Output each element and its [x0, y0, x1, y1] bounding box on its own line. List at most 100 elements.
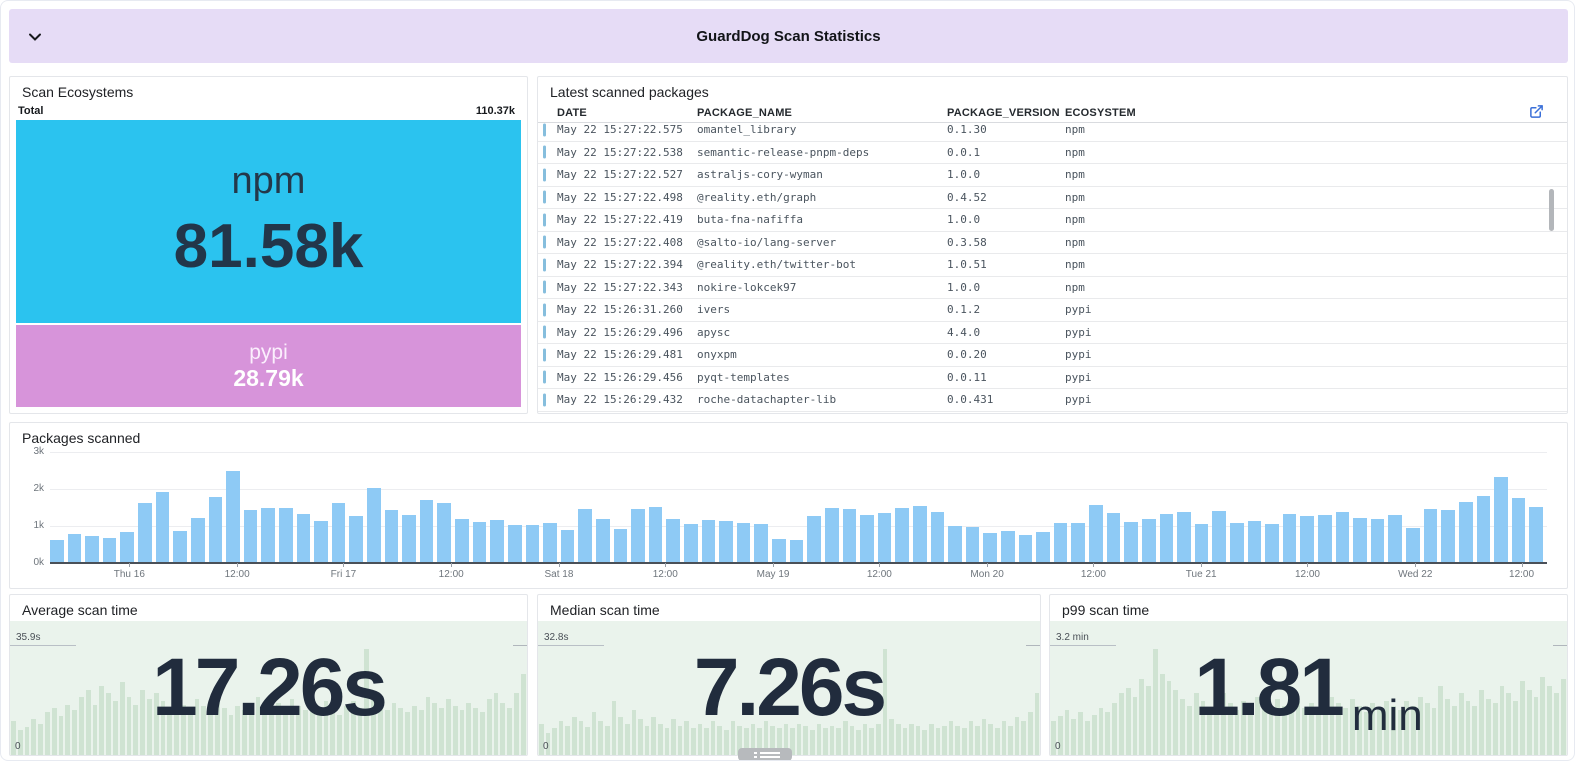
- chart-bar: [772, 539, 786, 562]
- ymax-label: 3.2 min: [1056, 632, 1089, 643]
- chart-bar: [1494, 477, 1508, 562]
- column-header-package-name[interactable]: PACKAGE_NAME: [678, 107, 928, 119]
- chart-bar: [120, 532, 134, 562]
- cell-package-version: 0.0.20: [928, 348, 1046, 361]
- row-accent: [543, 303, 546, 316]
- x-tick-label: Thu 16: [114, 569, 145, 580]
- cell-ecosystem: npm: [1046, 146, 1567, 159]
- cell-date: May 22 15:27:22.419: [538, 213, 678, 226]
- table-scrollbar-thumb[interactable]: [1549, 189, 1554, 231]
- treemap: npm 81.58k pypi 28.79k: [16, 120, 521, 407]
- chart-bar: [297, 514, 311, 562]
- chart-bar: [1212, 511, 1226, 562]
- chart-bar: [543, 523, 557, 562]
- legend-total-value: 110.37k: [476, 105, 515, 117]
- cell-ecosystem: npm: [1046, 123, 1567, 136]
- cell-package-name: omantel_library: [678, 123, 928, 136]
- row-accent: [543, 146, 546, 159]
- row-accent: [543, 326, 546, 339]
- column-header-ecosystem[interactable]: ECOSYSTEM: [1046, 107, 1567, 119]
- cell-package-name: @reality.eth/twitter-bot: [678, 258, 928, 271]
- chart-bar: [261, 508, 275, 562]
- x-tick-mark: [987, 563, 988, 567]
- chart-bar: [68, 534, 82, 562]
- stat-unit: min: [1352, 691, 1423, 741]
- cell-package-version: 0.3.58: [928, 236, 1046, 249]
- row-accent: [543, 281, 546, 294]
- chart-bar: [402, 515, 416, 562]
- row-accent: [543, 236, 546, 249]
- chart-bar: [138, 503, 152, 562]
- table-row: May 22 15:27:22.343nokire-lokcek971.0.0n…: [538, 277, 1567, 300]
- chart-bar: [1001, 531, 1015, 562]
- panel-scan-ecosystems: Scan Ecosystems Total 110.37k npm 81.58k…: [9, 76, 528, 414]
- x-tick-mark: [1201, 563, 1202, 567]
- chart-bar: [948, 526, 962, 562]
- chart-bar: [614, 529, 628, 562]
- cell-ecosystem: npm: [1046, 258, 1567, 271]
- cell-date: May 22 15:26:29.496: [538, 326, 678, 339]
- table-row: May 22 15:26:29.432roche-datachapter-lib…: [538, 389, 1567, 412]
- chart-bar: [437, 503, 451, 562]
- y-tick-label: 1k: [10, 520, 44, 531]
- cell-package-name: @salto-io/lang-server: [678, 236, 928, 249]
- page-title: GuardDog Scan Statistics: [9, 28, 1568, 45]
- x-tick-label: 12:00: [653, 569, 678, 580]
- x-tick-label: 12:00: [439, 569, 464, 580]
- external-link-icon[interactable]: [1529, 104, 1545, 120]
- panel-packages-scanned: Packages scanned 3k2k1k0k Thu 1612:00Fri…: [9, 422, 1568, 589]
- cell-package-name: nokire-lokcek97: [678, 281, 928, 294]
- x-tick-mark: [559, 563, 560, 567]
- column-header-package-version[interactable]: PACKAGE_VERSION: [928, 107, 1046, 119]
- cell-ecosystem: npm: [1046, 281, 1567, 294]
- cell-package-name: @reality.eth/graph: [678, 191, 928, 204]
- table-header: DATE PACKAGE_NAME PACKAGE_VERSION ECOSYS…: [538, 103, 1567, 123]
- chevron-down-icon[interactable]: [27, 29, 47, 45]
- x-tick-label: Wed 22: [1398, 569, 1432, 580]
- cell-package-version: 0.0.1: [928, 146, 1046, 159]
- chart-bar: [1230, 523, 1244, 562]
- chart-bar: [1388, 515, 1402, 562]
- row-accent: [543, 348, 546, 361]
- x-tick-mark: [1415, 563, 1416, 567]
- chart-bar: [1177, 512, 1191, 562]
- chart-bar: [1336, 512, 1350, 562]
- table-row: May 22 15:26:29.481onyxpm0.0.20pypi: [538, 344, 1567, 367]
- chart-bar: [1071, 523, 1085, 562]
- chart-bar: [860, 515, 874, 562]
- panel-latest-scanned-packages: Latest scanned packages DATE PACKAGE_NAM…: [537, 76, 1568, 414]
- chart-bar: [1283, 514, 1297, 562]
- ymax-label: 32.8s: [544, 632, 568, 643]
- row-accent: [543, 371, 546, 384]
- column-header-date[interactable]: DATE: [538, 107, 678, 119]
- y-tick-label: 0k: [10, 557, 44, 568]
- chart-bar: [1318, 515, 1332, 562]
- row-accent: [543, 168, 546, 181]
- stat-value: 7.26s: [538, 621, 1040, 755]
- ymax-dash: [1553, 645, 1567, 646]
- stat-number: 7.26s: [694, 647, 884, 729]
- chart-bar: [332, 503, 346, 562]
- chart-bar: [825, 508, 839, 562]
- chart-bar: [209, 497, 223, 562]
- cell-date: May 22 15:27:22.527: [538, 168, 678, 181]
- chart-bar: [1300, 516, 1314, 562]
- scroll-handle[interactable]: [738, 748, 792, 761]
- chart-bar: [173, 531, 187, 562]
- stat-value: 1.81 min: [1050, 621, 1567, 755]
- cell-ecosystem: npm: [1046, 213, 1567, 226]
- chart-bar: [1265, 524, 1279, 562]
- chart-bar: [719, 521, 733, 562]
- ymax-gridline: [538, 645, 604, 646]
- x-tick-label: 12:00: [1081, 569, 1106, 580]
- chart-bar: [1459, 502, 1473, 562]
- stat-number: 1.81: [1194, 647, 1342, 729]
- row-accent: [543, 191, 546, 204]
- chart-bar: [1195, 524, 1209, 562]
- ymax-gridline: [1050, 645, 1116, 646]
- treemap-npm-value: 81.58k: [174, 213, 364, 281]
- table-row: May 22 15:26:29.496apysc4.4.0pypi: [538, 322, 1567, 345]
- table-row: May 22 15:27:22.408@salto-io/lang-server…: [538, 232, 1567, 255]
- row-accent: [543, 393, 546, 406]
- chart-bar: [843, 509, 857, 562]
